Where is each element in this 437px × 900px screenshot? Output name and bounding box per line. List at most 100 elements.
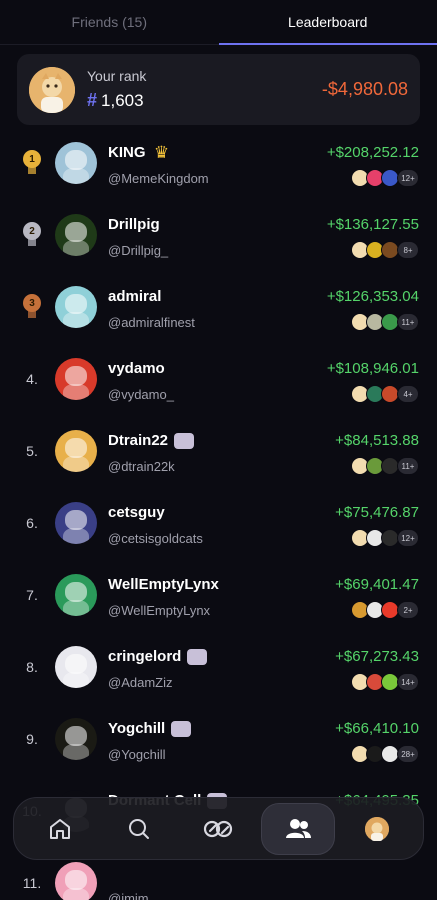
user-avatar[interactable] [55, 574, 97, 616]
user-handle: @MemeKingdom [108, 171, 209, 186]
rank-position: 7. [26, 587, 38, 603]
user-handle: @admiralfinest [108, 315, 195, 330]
your-rank-card[interactable]: Your rank # 1,603 -$4,980.08 [17, 54, 420, 125]
search-icon [129, 818, 150, 839]
user-name-text: cetsguy [108, 504, 165, 521]
token-chips: 4+ [351, 385, 419, 403]
nav-home[interactable] [23, 803, 97, 855]
user-name[interactable]: KING ♛ [108, 142, 172, 162]
user-handle: @AdamZiz [108, 675, 173, 690]
leaderboard-row[interactable]: 9. Yogchill @Yogchill +$66,410.10 28+ [0, 704, 437, 774]
leaderboard-row[interactable]: 6. cetsguy @cetsisgoldcats +$75,476.87 12+ [0, 488, 437, 558]
your-rank-label: Your rank [87, 68, 147, 84]
tab-friends[interactable]: Friends (15) [0, 0, 219, 44]
user-pnl: +$75,476.87 [335, 504, 419, 521]
tab-leaderboard[interactable]: Leaderboard [218, 0, 437, 45]
user-name[interactable]: vydamo [108, 360, 165, 377]
rank-position: 6. [26, 515, 38, 531]
nav-search[interactable] [102, 803, 176, 855]
user-avatar[interactable] [55, 142, 97, 184]
rank-position: 9. [26, 731, 38, 747]
token-chips: 14+ [351, 673, 419, 691]
token-chips: 8+ [351, 241, 419, 259]
user-pnl: +$208,252.12 [326, 144, 419, 161]
leaderboard-row[interactable]: 5. Dtrain22 @dtrain22k +$84,513.88 11+ [0, 416, 437, 486]
my-avatar [29, 66, 75, 113]
user-handle: @WellEmptyLynx [108, 603, 211, 618]
token-chips: 11+ [351, 457, 419, 475]
user-avatar[interactable] [55, 718, 97, 760]
user-name-text: vydamo [108, 360, 165, 377]
home-icon [49, 818, 70, 839]
more-tokens-count: 12+ [397, 529, 419, 547]
more-tokens-count: 14+ [397, 673, 419, 691]
crown-icon: ♛ [153, 142, 170, 162]
leaderboard-row[interactable]: 2 Drillpig @Drillpig_ +$136,127.55 8+ [0, 200, 437, 270]
profile-avatar [365, 816, 390, 841]
rank-position: 8. [26, 659, 38, 675]
sticker-icon [187, 648, 208, 665]
silver-medal-icon: 2 [22, 222, 42, 248]
leaderboard-row[interactable]: 7. WellEmptyLynx @WellEmptyLynx +$69,401.47… [0, 560, 437, 630]
bottom-nav [13, 797, 424, 860]
tab-bar: Friends (15) Leaderboard [0, 0, 437, 45]
user-pnl: +$69,401.47 [335, 576, 419, 593]
more-tokens-count: 28+ [397, 745, 419, 763]
user-name[interactable]: cetsguy [108, 504, 165, 521]
user-name-text: Yogchill [108, 720, 166, 737]
rank-position: 2 [18, 200, 46, 270]
sticker-icon [171, 720, 192, 737]
user-name[interactable]: admiral [108, 288, 161, 305]
token-chips: 2+ [351, 601, 419, 619]
user-handle: @dtrain22k [108, 459, 175, 474]
user-name-text: Dtrain22 [108, 432, 169, 449]
user-name[interactable]: Drillpig [108, 216, 160, 233]
leaderboard-row[interactable]: 4. vydamo @vydamo_ +$108,946.01 4+ [0, 344, 437, 414]
token-chips: 28+ [351, 745, 419, 763]
more-tokens-count: 2+ [397, 601, 419, 619]
user-avatar[interactable] [55, 214, 97, 256]
rank-position: 5. [26, 443, 38, 459]
user-name-text: admiral [108, 288, 162, 305]
user-avatar[interactable] [55, 646, 97, 688]
more-tokens-count: 4+ [397, 385, 419, 403]
your-pnl: -$4,980.08 [321, 79, 408, 99]
user-handle: @vydamo_ [108, 387, 174, 402]
user-name-text: Drillpig [108, 216, 160, 233]
user-pnl: +$67,273.43 [335, 648, 419, 665]
user-handle: @imim [108, 891, 149, 900]
user-avatar[interactable] [55, 358, 97, 400]
user-name[interactable]: Yogchill [108, 720, 192, 737]
bronze-medal-icon: 3 [22, 294, 42, 320]
leaderboard-row[interactable]: 1 KING ♛ @MemeKingdom +$208,252.12 12+ [0, 128, 437, 198]
user-handle: @cetsisgoldcats [108, 531, 203, 546]
user-avatar[interactable] [55, 502, 97, 544]
user-avatar[interactable] [55, 286, 97, 328]
user-handle: @Yogchill [108, 747, 166, 762]
nav-friends[interactable] [260, 802, 335, 855]
user-avatar[interactable] [55, 430, 97, 472]
token-chips: 12+ [351, 529, 419, 547]
more-tokens-count: 11+ [397, 457, 419, 475]
user-pnl: +$66,410.10 [335, 720, 419, 737]
more-tokens-count: 11+ [397, 313, 419, 331]
token-chips: 11+ [351, 313, 419, 331]
user-name[interactable]: WellEmptyLynx [108, 576, 219, 593]
leaderboard-row[interactable]: 3 admiral @admiralfinest +$126,353.04 11+ [0, 272, 437, 342]
more-tokens-count: 8+ [397, 241, 419, 259]
user-name-text: WellEmptyLynx [108, 576, 219, 593]
user-avatar[interactable] [55, 862, 97, 900]
nav-swap[interactable] [181, 803, 255, 855]
leaderboard-row[interactable]: 8. cringelord @AdamZiz +$67,273.43 14+ [0, 632, 437, 702]
swap-icon [204, 820, 233, 837]
nav-profile[interactable] [340, 803, 414, 855]
user-name[interactable]: cringelord [108, 648, 208, 665]
rank-hash-symbol: # [87, 90, 98, 110]
rank-position: 3 [18, 272, 46, 342]
gold-medal-icon: 1 [22, 150, 42, 176]
user-name[interactable]: Dtrain22 [108, 432, 195, 449]
sticker-icon [174, 432, 195, 449]
user-pnl: +$84,513.88 [335, 432, 419, 449]
user-pnl: +$126,353.04 [326, 288, 419, 305]
rank-position: 4. [26, 371, 38, 387]
